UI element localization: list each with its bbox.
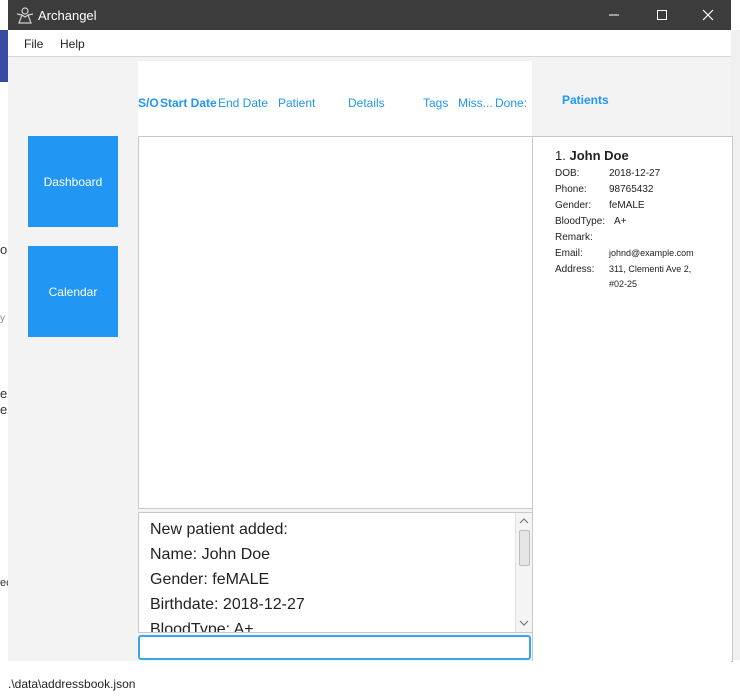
patient-index: 1.: [555, 148, 566, 163]
main-content: Dashboard Calendar S/O Start Date End Da…: [8, 57, 733, 662]
status-bar: .\data\addressbook.json: [8, 661, 731, 700]
patient-field-label: Remark:: [555, 232, 593, 243]
patient-name: John Doe: [569, 148, 629, 163]
result-line: Gender: feMALE: [150, 571, 270, 588]
patient-address: 311, Clementi Ave 2,: [609, 264, 692, 274]
background-text-fragment: y: [0, 313, 5, 324]
scroll-up-icon[interactable]: [519, 516, 529, 526]
scroll-thumb[interactable]: [519, 530, 530, 566]
patient-list[interactable]: 1. John Doe DOB: 2018-12-27 Phone: 98765…: [532, 136, 733, 662]
patient-field-label: DOB:: [555, 168, 580, 179]
result-display[interactable]: New patient added: Name: John Doe Gender…: [138, 512, 533, 633]
column-header-start-date[interactable]: Start Date: [160, 96, 217, 110]
maximize-button[interactable]: [639, 0, 685, 30]
archangel-app-icon: [16, 6, 34, 24]
table-header: S/O Start Date End Date Patient Details …: [138, 61, 532, 136]
command-input[interactable]: [138, 635, 531, 660]
patient-field-label: Gender:: [555, 200, 592, 211]
patient-gender: feMALE: [609, 200, 645, 211]
patient-dob: 2018-12-27: [609, 168, 661, 179]
patient-address-line-2: #02-25: [609, 279, 638, 289]
close-button[interactable]: [685, 0, 731, 30]
patient-card-title[interactable]: 1. John Doe: [555, 148, 629, 163]
close-icon: [702, 9, 714, 21]
patient-field-label: Email:: [555, 248, 583, 259]
maximize-icon: [657, 10, 667, 20]
scroll-down-icon[interactable]: [519, 618, 529, 628]
patient-email: johnd@example.com: [609, 248, 694, 258]
column-header-so[interactable]: S/O: [138, 96, 159, 110]
window-title: Archangel: [38, 8, 97, 23]
background-text-fragment: e: [0, 386, 8, 401]
app-window: Archangel File Help Dashboard Calendar S…: [8, 0, 733, 700]
result-line: BloodType: A+: [150, 621, 254, 633]
patient-field-label: Address:: [555, 264, 595, 275]
patient-bloodtype: A+: [614, 216, 627, 227]
menu-bar: File Help: [8, 30, 731, 57]
save-location-text: .\data\addressbook.json: [8, 677, 136, 691]
menu-file[interactable]: File: [24, 37, 43, 51]
appointment-list[interactable]: [138, 136, 533, 509]
column-header-patient[interactable]: Patient: [278, 96, 315, 110]
result-line: Name: John Doe: [150, 546, 271, 563]
result-line: Birthdate: 2018-12-27: [150, 596, 305, 613]
column-header-details[interactable]: Details: [348, 96, 385, 110]
patient-field-label: BloodType:: [555, 216, 606, 227]
minimize-button[interactable]: [591, 0, 637, 30]
patients-header: Patients: [532, 61, 731, 136]
column-header-done[interactable]: Done:: [495, 96, 527, 110]
column-header-end-date[interactable]: End Date: [218, 96, 268, 110]
column-header-tags[interactable]: Tags: [423, 96, 448, 110]
title-bar[interactable]: Archangel: [8, 0, 731, 30]
menu-help[interactable]: Help: [60, 37, 85, 51]
patient-field-label: Phone:: [555, 184, 587, 195]
patient-phone: 98765432: [609, 184, 654, 195]
column-header-missed[interactable]: Miss...: [458, 96, 493, 110]
dashboard-button[interactable]: Dashboard: [28, 136, 118, 227]
minimize-icon: [609, 14, 619, 16]
calendar-button[interactable]: Calendar: [28, 246, 118, 337]
result-line: New patient added:: [150, 521, 288, 538]
patients-title: Patients: [562, 93, 609, 107]
background-text-fragment: o: [0, 242, 8, 257]
result-scrollbar[interactable]: [515, 513, 532, 632]
